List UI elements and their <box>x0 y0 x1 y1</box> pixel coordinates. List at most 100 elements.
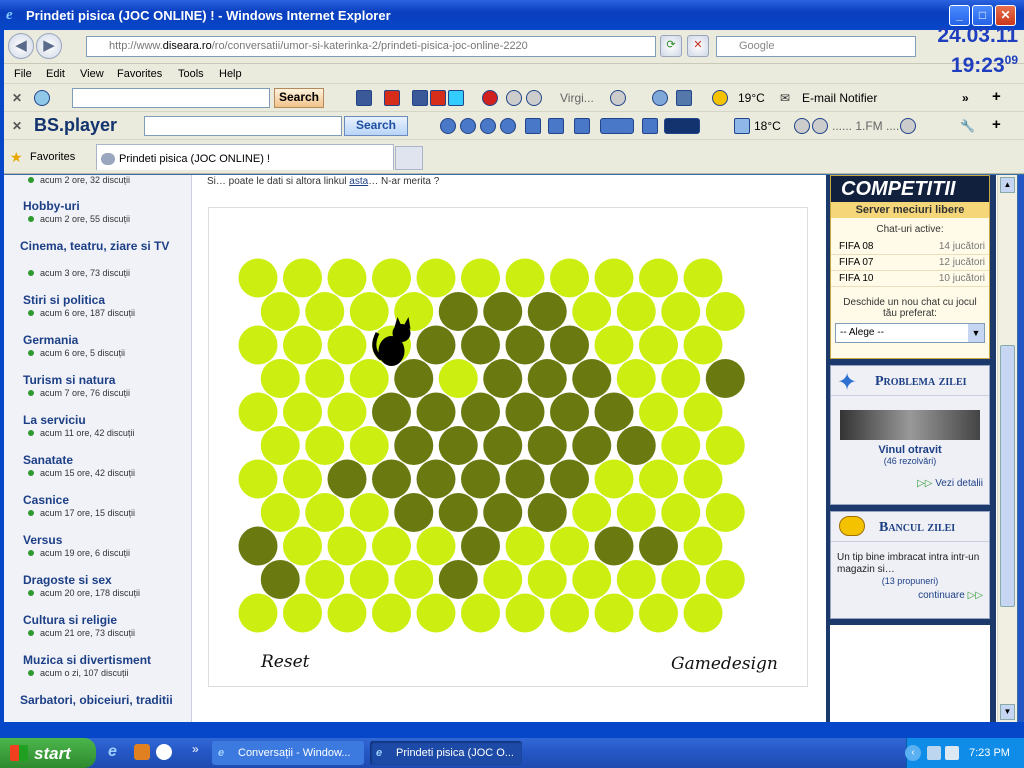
film-icon[interactable] <box>574 118 590 134</box>
blocked-cell[interactable] <box>238 526 278 566</box>
open-cell[interactable] <box>705 493 745 532</box>
blocked-cell[interactable] <box>550 459 589 499</box>
open-cell[interactable] <box>416 593 456 633</box>
open-cell[interactable] <box>483 560 523 599</box>
media-station[interactable]: Virgi... <box>560 91 594 105</box>
blocked-cell[interactable] <box>372 459 411 499</box>
blocked-cell[interactable] <box>438 560 478 599</box>
radio-station[interactable]: ...... 1.FM .... <box>832 119 899 133</box>
blocked-cell[interactable] <box>572 426 612 465</box>
chat-row[interactable]: FIFA 07 12 jucători <box>831 255 989 271</box>
blocked-cell[interactable] <box>438 292 478 331</box>
open-cell[interactable] <box>283 526 322 566</box>
open-cell[interactable] <box>327 325 367 365</box>
sidebar-item-turism[interactable]: Turism si natura <box>23 373 115 387</box>
open-cell[interactable] <box>661 560 701 599</box>
close-toolbar-2-icon[interactable]: ✕ <box>12 119 22 133</box>
radio-play-icon[interactable] <box>812 118 828 134</box>
close-button[interactable]: ✕ <box>995 5 1016 26</box>
open-cell[interactable] <box>616 292 656 331</box>
menu-favorites[interactable]: Favorites <box>117 68 162 80</box>
open-cell[interactable] <box>683 392 723 432</box>
scroll-down-icon[interactable]: ▼ <box>1000 704 1015 720</box>
blocked-cell[interactable] <box>416 325 456 365</box>
open-cell[interactable] <box>283 593 322 633</box>
tv-icon[interactable] <box>676 90 692 106</box>
open-cell[interactable] <box>372 593 411 633</box>
play-media-icon[interactable] <box>526 90 542 106</box>
open-cell[interactable] <box>327 258 367 298</box>
open-cell[interactable] <box>661 426 701 465</box>
stop-media-icon[interactable] <box>506 90 522 106</box>
blocked-cell[interactable] <box>527 359 567 398</box>
open-cell[interactable] <box>461 593 500 633</box>
menu-help[interactable]: Help <box>219 68 242 80</box>
open-cell[interactable] <box>527 560 567 599</box>
open-cell[interactable] <box>661 292 701 331</box>
blocked-cell[interactable] <box>639 526 678 566</box>
open-cell[interactable] <box>616 560 656 599</box>
facebook-icon[interactable] <box>356 90 372 106</box>
open-cell[interactable] <box>305 426 345 465</box>
youtube-icon-2[interactable] <box>430 90 446 106</box>
messenger-icon[interactable] <box>652 90 668 106</box>
wrench-icon[interactable]: 🔧 <box>960 119 975 133</box>
open-cell[interactable] <box>683 325 723 365</box>
open-cell[interactable] <box>461 258 500 298</box>
open-cell[interactable] <box>594 325 634 365</box>
chat-row[interactable]: FIFA 10 10 jucători <box>831 271 989 287</box>
open-cell[interactable] <box>372 526 411 566</box>
open-cell[interactable] <box>594 459 634 499</box>
blocked-cell[interactable] <box>416 459 456 499</box>
blocked-cell[interactable] <box>416 392 456 432</box>
play-icon[interactable] <box>460 118 476 134</box>
open-cell[interactable] <box>305 493 345 532</box>
open-cell[interactable] <box>639 392 678 432</box>
add-icon-2[interactable]: + <box>992 116 1001 133</box>
chat-row[interactable]: FIFA 08 14 jucători <box>831 239 989 255</box>
share-link[interactable]: asta <box>349 176 368 187</box>
open-cell[interactable] <box>260 359 300 398</box>
open-cell[interactable] <box>550 258 589 298</box>
open-cell[interactable] <box>639 593 678 633</box>
sidebar-item-stiri[interactable]: Stiri si politica <box>23 293 105 307</box>
blocked-cell[interactable] <box>572 359 612 398</box>
open-cell[interactable] <box>438 359 478 398</box>
open-cell[interactable] <box>661 359 701 398</box>
open-cell[interactable] <box>349 560 389 599</box>
open-cell[interactable] <box>305 560 345 599</box>
blocked-cell[interactable] <box>505 392 545 432</box>
music-icon[interactable] <box>525 118 541 134</box>
open-cell[interactable] <box>260 493 300 532</box>
open-cell[interactable] <box>283 325 322 365</box>
close-toolbar-icon[interactable]: ✕ <box>12 91 22 105</box>
gamedesign-credit[interactable]: Gamedesign <box>671 654 778 674</box>
open-cell[interactable] <box>327 526 367 566</box>
open-cell[interactable] <box>505 526 545 566</box>
blocked-cell[interactable] <box>483 359 523 398</box>
open-cell[interactable] <box>327 392 367 432</box>
game-board[interactable]: Reset Gamedesign <box>208 207 808 687</box>
sidebar-item-sarbatori[interactable]: Sarbatori, obiceiuri, traditii <box>20 693 180 707</box>
blocked-cell[interactable] <box>505 325 545 365</box>
open-cell[interactable] <box>283 459 322 499</box>
blocked-cell[interactable] <box>461 325 500 365</box>
blocked-cell[interactable] <box>505 459 545 499</box>
open-cell[interactable] <box>238 258 278 298</box>
menu-tools[interactable]: Tools <box>178 68 204 80</box>
open-cell[interactable] <box>305 359 345 398</box>
youtube-icon[interactable] <box>384 90 400 106</box>
prev-icon[interactable] <box>440 118 456 134</box>
back-button[interactable]: ◀ <box>8 33 34 59</box>
task-prindeti[interactable]: Prindeti pisica (JOC O... <box>370 741 522 765</box>
new-tab-button[interactable] <box>395 146 423 170</box>
blocked-cell[interactable] <box>372 392 411 432</box>
open-cell[interactable] <box>416 526 456 566</box>
stop-icon[interactable]: ✕ <box>687 35 709 57</box>
sidebar-item-versus[interactable]: Versus <box>23 533 62 547</box>
menu-edit[interactable]: Edit <box>46 68 65 80</box>
twitter-icon[interactable] <box>448 90 464 106</box>
maximize-button[interactable]: □ <box>972 5 993 26</box>
vertical-scrollbar[interactable]: ▲ ▼ <box>997 175 1017 722</box>
banc-link[interactable]: continuare ▷▷ <box>831 590 983 601</box>
